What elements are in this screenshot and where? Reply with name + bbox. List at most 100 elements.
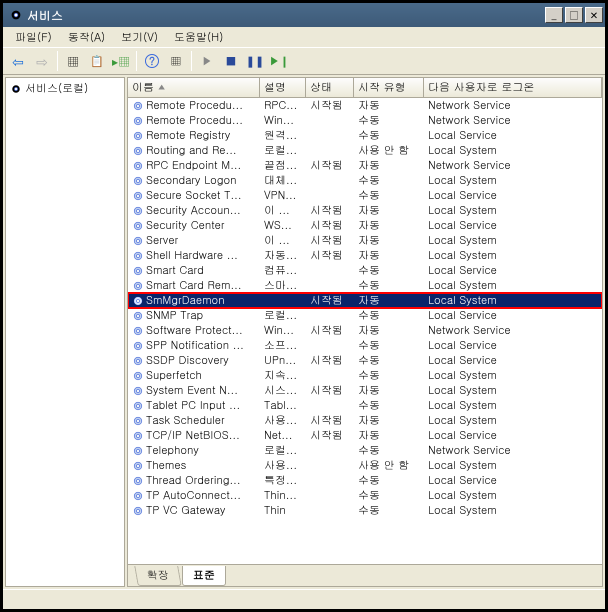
- service-row[interactable]: Server이 ...시작됨자동Local System: [128, 233, 602, 248]
- col-header-status[interactable]: 상태: [306, 78, 354, 97]
- service-row[interactable]: SSDP DiscoveryUPn...시작됨수동Local Service: [128, 353, 602, 368]
- service-start-type: 자동: [354, 413, 424, 428]
- service-start-type: 수동: [354, 188, 424, 203]
- tree-root-services[interactable]: 서비스(로컬): [8, 80, 122, 97]
- service-row[interactable]: Secondary Logon대체...수동Local System: [128, 173, 602, 188]
- service-desc: 로컬...: [260, 308, 306, 323]
- menu-help[interactable]: 도움말(H): [166, 28, 231, 47]
- service-start-type: 수동: [354, 173, 424, 188]
- service-row[interactable]: Secure Socket T...VPN...수동Local Service: [128, 188, 602, 203]
- service-logon: Network Service: [424, 113, 602, 128]
- service-status: 시작됨: [306, 413, 354, 428]
- service-desc: 이 ...: [260, 233, 306, 248]
- service-name: SNMP Trap: [146, 308, 203, 323]
- gear-icon: [132, 490, 144, 502]
- service-desc: Net...: [260, 428, 306, 443]
- forward-button[interactable]: ⇨: [31, 50, 53, 72]
- menu-action[interactable]: 동작(A): [60, 28, 113, 47]
- service-row[interactable]: Smart Card컴퓨...수동Local Service: [128, 263, 602, 278]
- col-header-logon[interactable]: 다음 사용자로 로그온: [424, 78, 602, 97]
- restart-button[interactable]: ▶❙: [268, 50, 290, 72]
- service-name: TP AutoConnect...: [146, 488, 241, 503]
- service-desc: VPN...: [260, 188, 306, 203]
- service-logon: Local System: [424, 173, 602, 188]
- start-button[interactable]: ▶: [196, 50, 218, 72]
- close-button[interactable]: ✕: [585, 7, 603, 23]
- service-row[interactable]: Tablet PC Input ...Tabl...수동Local System: [128, 398, 602, 413]
- service-logon: Local System: [424, 203, 602, 218]
- service-row[interactable]: Security CenterWS...시작됨자동Local Service: [128, 218, 602, 233]
- service-row[interactable]: System Event N...시스...시작됨자동Local System: [128, 383, 602, 398]
- service-start-type: 수동: [354, 113, 424, 128]
- service-logon: Local Service: [424, 263, 602, 278]
- service-row[interactable]: Task Scheduler사용...시작됨자동Local System: [128, 413, 602, 428]
- service-start-type: 수동: [354, 128, 424, 143]
- menu-file[interactable]: 파일(F): [7, 28, 60, 47]
- service-desc: 이 ...: [260, 203, 306, 218]
- service-name: Themes: [146, 458, 186, 473]
- gear-icon: [132, 115, 144, 127]
- service-name: Remote Procedu...: [146, 98, 243, 113]
- list-body[interactable]: Remote Procedu...RPC...시작됨자동Network Serv…: [128, 98, 602, 564]
- service-row[interactable]: SPP Notification ...소프...수동Local Service: [128, 338, 602, 353]
- pause-button[interactable]: ❚❚: [244, 50, 266, 72]
- service-row[interactable]: Security Accoun...이 ...시작됨자동Local System: [128, 203, 602, 218]
- service-row[interactable]: Superfetch지속...수동Local System: [128, 368, 602, 383]
- service-row[interactable]: Themes사용...사용 안 함Local System: [128, 458, 602, 473]
- menu-view[interactable]: 보기(V): [113, 28, 166, 47]
- titlebar[interactable]: 서비스 _ □ ✕: [3, 3, 605, 27]
- col-header-name[interactable]: 이름▲: [128, 78, 260, 97]
- service-desc: WS...: [260, 218, 306, 233]
- tab-standard[interactable]: 표준: [182, 566, 226, 586]
- service-desc: Thin...: [260, 488, 306, 503]
- service-row[interactable]: SNMP Trap로컬...수동Local Service: [128, 308, 602, 323]
- maximize-button[interactable]: □: [565, 7, 583, 23]
- service-row[interactable]: Remote Procedu...RPC...시작됨자동Network Serv…: [128, 98, 602, 113]
- back-button[interactable]: ⇦: [7, 50, 29, 72]
- service-start-type: 수동: [354, 473, 424, 488]
- export-button[interactable]: ▸▦: [110, 50, 132, 72]
- service-start-type: 자동: [354, 383, 424, 398]
- refresh-button[interactable]: ▦: [165, 50, 187, 72]
- service-logon: Local Service: [424, 353, 602, 368]
- service-status: 시작됨: [306, 98, 354, 113]
- service-row[interactable]: Software Protect...Win...시작됨자동Network Se…: [128, 323, 602, 338]
- stop-button[interactable]: ■: [220, 50, 242, 72]
- service-row[interactable]: SmMgrDaemon시작됨자동Local System: [128, 293, 602, 308]
- service-start-type: 자동: [354, 203, 424, 218]
- service-row[interactable]: Telephony로컬...수동Network Service: [128, 443, 602, 458]
- properties-button[interactable]: 📋: [86, 50, 108, 72]
- gear-icon: [132, 205, 144, 217]
- show-hide-button[interactable]: ▦: [62, 50, 84, 72]
- service-logon: Network Service: [424, 98, 602, 113]
- help-button[interactable]: ?: [141, 50, 163, 72]
- services-icon: [9, 8, 23, 22]
- service-row[interactable]: Shell Hardware ...자동...시작됨자동Local System: [128, 248, 602, 263]
- service-row[interactable]: TCP/IP NetBIOS...Net...시작됨자동Local Servic…: [128, 428, 602, 443]
- service-row[interactable]: TP VC GatewayThin수동Local System: [128, 503, 602, 518]
- service-row[interactable]: TP AutoConnect...Thin...수동Local System: [128, 488, 602, 503]
- service-desc: 로컬...: [260, 143, 306, 158]
- services-window: 서비스 _ □ ✕ 파일(F) 동작(A) 보기(V) 도움말(H) ⇦ ⇨ ▦…: [0, 0, 608, 612]
- service-row[interactable]: Remote Procedu...Win...수동Network Service: [128, 113, 602, 128]
- service-row[interactable]: Thread Ordering...특정...수동Local Service: [128, 473, 602, 488]
- tab-extended[interactable]: 확장: [134, 566, 182, 586]
- service-row[interactable]: Remote Registry원격...수동Local Service: [128, 128, 602, 143]
- service-row[interactable]: Routing and Re...로컬...사용 안 함Local System: [128, 143, 602, 158]
- col-header-start-type[interactable]: 시작 유형: [354, 78, 424, 97]
- service-row[interactable]: Smart Card Rem...스마...수동Local System: [128, 278, 602, 293]
- minimize-button[interactable]: _: [545, 7, 563, 23]
- service-start-type: 수동: [354, 263, 424, 278]
- service-desc: 소프...: [260, 338, 306, 353]
- service-row[interactable]: RPC Endpoint M...끝점...시작됨자동Network Servi…: [128, 158, 602, 173]
- gear-icon: [132, 430, 144, 442]
- col-header-desc[interactable]: 설명: [260, 78, 306, 97]
- service-logon: Local Service: [424, 188, 602, 203]
- service-desc: 사용...: [260, 413, 306, 428]
- tree-pane[interactable]: 서비스(로컬): [5, 77, 125, 587]
- gear-icon: [132, 130, 144, 142]
- service-logon: Local System: [424, 458, 602, 473]
- service-name: SmMgrDaemon: [146, 293, 225, 308]
- service-name: TP VC Gateway: [146, 503, 226, 518]
- service-status: 시작됨: [306, 353, 354, 368]
